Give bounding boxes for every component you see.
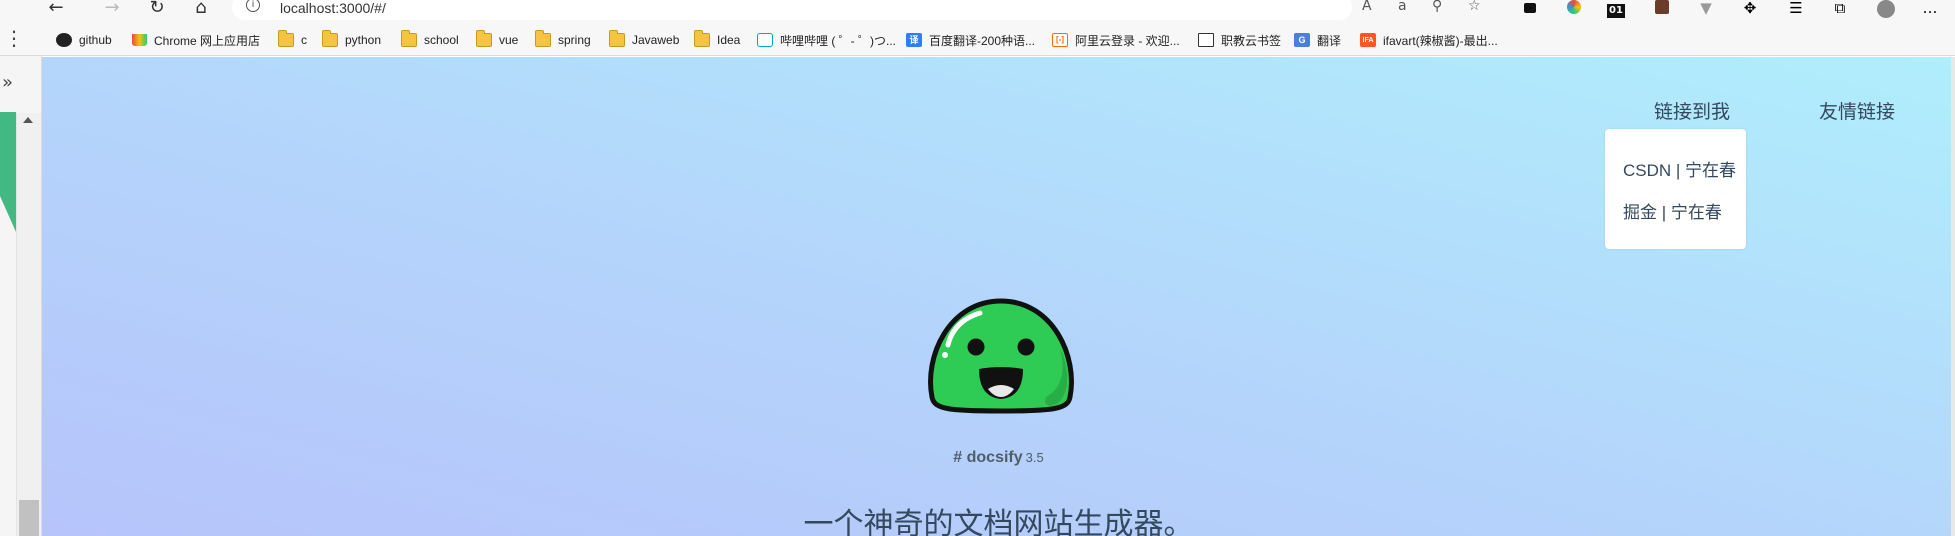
cover-version: 3.5 xyxy=(1025,450,1044,465)
bookmark-label: ifavart(辣椒酱)-最出... xyxy=(1383,33,1498,48)
folder-icon xyxy=(401,30,417,47)
zoom-icon[interactable]: ⚲ xyxy=(1432,0,1442,14)
browser-toolbar: ← → ↻ ⌂ i localhost:3000/#/ A a ⚲ ☆ 01 ▼… xyxy=(0,0,1955,24)
extension-v-icon[interactable]: ▼ xyxy=(1696,0,1716,18)
favorite-add-icon[interactable]: ☆ xyxy=(1468,0,1481,14)
cover-title-text: # docsify xyxy=(953,449,1023,466)
extension-badge-icon[interactable]: 01 xyxy=(1606,0,1626,18)
bookmark-label: 翻译 xyxy=(1317,33,1342,48)
bookmark-label: 百度翻译-200种语... xyxy=(929,33,1036,48)
bookmark-label: 哔哩哔哩 ( ゜- ゜)つ... xyxy=(780,33,896,48)
translate-icon: G xyxy=(1294,33,1310,47)
docsify-logo xyxy=(928,298,1074,414)
bookmarks-bar: github Chrome 网上应用店 c python school vue … xyxy=(0,24,1955,56)
bookmark-label: 阿里云登录 - 欢迎... xyxy=(1075,33,1180,48)
bookmark-baidu-translate[interactable]: 译 百度翻译-200种语... xyxy=(906,31,1035,49)
home-icon[interactable]: ⌂ xyxy=(189,0,213,20)
bookmark-translate[interactable]: G 翻译 xyxy=(1294,31,1341,49)
bookmark-label: 职教云书签 xyxy=(1221,33,1282,48)
chrome-store-icon xyxy=(132,34,147,46)
more-vertical-icon[interactable]: ⋮ xyxy=(4,26,24,50)
bookmark-label: Javaweb xyxy=(632,33,680,47)
collections-icon[interactable]: ⧉ xyxy=(1830,0,1850,18)
bookmark-zhijiaoyun[interactable]: 职教云书签 xyxy=(1198,31,1281,49)
bookmark-folder-school[interactable]: school xyxy=(401,30,459,49)
baidu-translate-icon: 译 xyxy=(906,33,922,47)
aliyun-icon: [-] xyxy=(1052,33,1068,47)
more-menu-icon[interactable]: … xyxy=(1920,0,1940,18)
ifa-icon: IFA xyxy=(1360,33,1376,47)
bookmark-folder-c[interactable]: c xyxy=(278,30,307,49)
folder-icon xyxy=(535,30,551,47)
bookmark-folder-spring[interactable]: spring xyxy=(535,30,591,49)
folder-icon xyxy=(609,30,625,47)
nav-friends[interactable]: 友情链接 xyxy=(1819,97,1895,124)
nav-dropdown: CSDN | 宁在春 掘金 | 宁在春 xyxy=(1605,129,1746,249)
folder-icon xyxy=(476,30,492,47)
bookmark-label: Chrome 网上应用店 xyxy=(154,33,261,48)
bilibili-icon xyxy=(757,33,773,47)
cover-page: 链接到我 友情链接 CSDN | 宁在春 掘金 | 宁在春 # docsify 3… xyxy=(42,57,1955,536)
bookmark-github[interactable]: github xyxy=(56,31,112,49)
address-bar[interactable]: i localhost:3000/#/ A a ⚲ ☆ xyxy=(232,0,1481,20)
sidebar-scrollbar[interactable] xyxy=(16,113,41,536)
browser-window: ← → ↻ ⌂ i localhost:3000/#/ A a ⚲ ☆ 01 ▼… xyxy=(0,0,1955,536)
forward-icon[interactable]: → xyxy=(100,0,124,20)
extension-avatar-icon[interactable] xyxy=(1652,0,1672,18)
github-icon xyxy=(56,33,72,47)
folder-icon xyxy=(322,30,338,47)
reload-icon[interactable]: ↻ xyxy=(145,0,169,20)
favorites-icon[interactable]: ☰ xyxy=(1786,0,1806,18)
extension-color-icon[interactable] xyxy=(1564,0,1584,18)
profile-avatar[interactable] xyxy=(1876,0,1896,18)
page-icon xyxy=(1198,33,1214,47)
cover-tagline: 一个神奇的文档网站生成器。 xyxy=(803,508,1194,536)
url-text[interactable]: localhost:3000/#/ xyxy=(280,0,386,16)
back-icon[interactable]: ← xyxy=(44,0,68,20)
bookmark-label: python xyxy=(345,33,382,47)
extension-icon[interactable] xyxy=(1520,0,1540,18)
scroll-up-icon[interactable] xyxy=(23,117,33,123)
expand-chevron-icon[interactable]: » xyxy=(2,72,13,93)
folder-icon xyxy=(694,30,710,47)
page-scrollbar[interactable] xyxy=(1951,57,1955,536)
site-info-icon[interactable]: i xyxy=(246,0,260,12)
cover-title: # docsify 3.5 xyxy=(42,449,1955,467)
bookmark-bilibili[interactable]: 哔哩哔哩 ( ゜- ゜)つ... xyxy=(757,31,896,49)
bookmark-label: school xyxy=(424,33,459,47)
bookmark-label: vue xyxy=(499,33,519,47)
extensions-puzzle-icon[interactable]: ✥ xyxy=(1740,0,1760,18)
bookmark-chrome-store[interactable]: Chrome 网上应用店 xyxy=(132,31,260,49)
bookmark-folder-vue[interactable]: vue xyxy=(476,30,519,49)
immersive-reader-icon[interactable]: a xyxy=(1398,0,1407,14)
left-panel: ⋮ » xyxy=(0,26,42,536)
folder-icon xyxy=(278,30,294,47)
scrollbar-thumb[interactable] xyxy=(19,500,39,536)
bookmark-ifavart[interactable]: IFA ifavart(辣椒酱)-最出... xyxy=(1360,31,1498,49)
dropdown-item-csdn[interactable]: CSDN | 宁在春 xyxy=(1623,156,1736,181)
bookmark-folder-idea[interactable]: Idea xyxy=(694,30,741,49)
nav-link-me[interactable]: 链接到我 xyxy=(1654,97,1730,124)
bookmark-aliyun[interactable]: [-] 阿里云登录 - 欢迎... xyxy=(1052,31,1180,49)
bookmark-folder-python[interactable]: python xyxy=(322,30,382,49)
extension-badge-text: 01 xyxy=(1607,4,1625,18)
bookmark-label: c xyxy=(301,33,307,47)
bookmark-label: github xyxy=(79,33,112,47)
bookmark-label: Idea xyxy=(717,33,741,47)
bookmark-folder-javaweb[interactable]: Javaweb xyxy=(609,30,680,49)
sidebar-toggle-accent[interactable] xyxy=(0,112,16,232)
read-aloud-icon[interactable]: A xyxy=(1362,0,1372,14)
bookmark-label: spring xyxy=(558,33,591,47)
dropdown-item-juejin[interactable]: 掘金 | 宁在春 xyxy=(1623,198,1722,223)
